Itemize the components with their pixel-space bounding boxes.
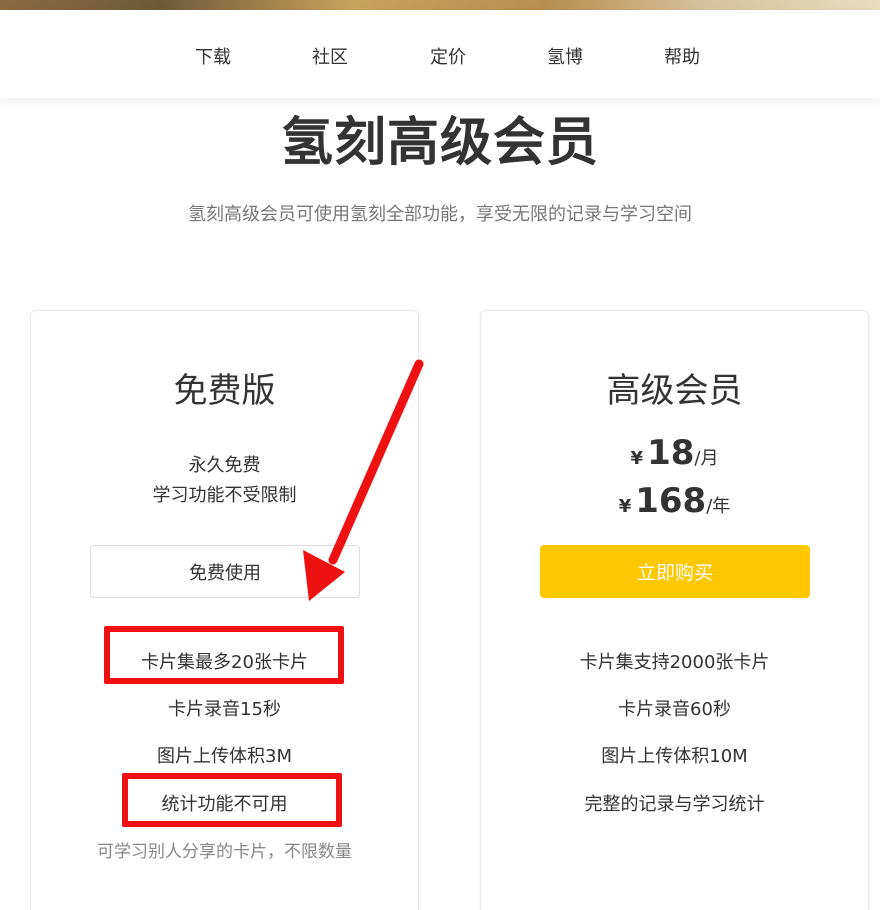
premium-plan-card: 高级会员 ¥18/月 ¥168/年 立即购买 卡片集支持2000张卡片 卡片录音… — [480, 310, 869, 910]
monthly-price: ¥18/月 — [481, 433, 868, 473]
nav-item-download[interactable]: 下载 — [195, 43, 231, 69]
premium-feature-stats: 完整的记录与学习统计 — [584, 794, 765, 815]
premium-plan-title: 高级会员 — [606, 371, 743, 411]
yearly-currency: ¥ — [618, 496, 632, 517]
premium-feature-audio: 卡片录音60秒 — [618, 699, 731, 720]
free-plan-title: 免费版 — [173, 371, 276, 411]
free-plan-desc-line1: 永久免费 — [188, 455, 261, 476]
free-feature-shared-cards: 可学习别人分享的卡片，不限数量 — [97, 842, 352, 862]
annotation-box-card-limit — [104, 626, 344, 684]
free-feature-audio: 卡片录音15秒 — [168, 699, 281, 720]
free-plan-desc-line2: 学习功能不受限制 — [152, 485, 297, 506]
premium-feature-card-limit: 卡片集支持2000张卡片 — [579, 652, 770, 673]
annotation-box-stats — [122, 773, 342, 827]
premium-feature-image: 图片上传体积10M — [601, 746, 748, 767]
nav-item-help[interactable]: 帮助 — [664, 43, 700, 69]
nav-item-pricing[interactable]: 定价 — [430, 43, 466, 69]
free-feature-image: 图片上传体积3M — [157, 746, 292, 767]
page-subtitle: 氢刻高级会员可使用氢刻全部功能，享受无限的记录与学习空间 — [188, 204, 692, 225]
monthly-currency: ¥ — [630, 448, 644, 469]
buy-now-button[interactable]: 立即购买 — [540, 545, 810, 598]
nav-item-community[interactable]: 社区 — [312, 43, 348, 69]
monthly-amount: 18 — [647, 433, 695, 473]
yearly-period: /年 — [706, 496, 731, 517]
monthly-period: /月 — [694, 448, 719, 469]
yearly-amount: 168 — [635, 481, 707, 521]
top-banner-strip — [0, 0, 880, 10]
yearly-price: ¥168/年 — [481, 481, 868, 521]
page-title: 氢刻高级会员 — [280, 113, 599, 173]
free-use-button[interactable]: 免费使用 — [90, 545, 360, 598]
top-navbar: 下载 社区 定价 氢博 帮助 — [0, 10, 880, 98]
nav-item-blog[interactable]: 氢博 — [547, 43, 583, 69]
